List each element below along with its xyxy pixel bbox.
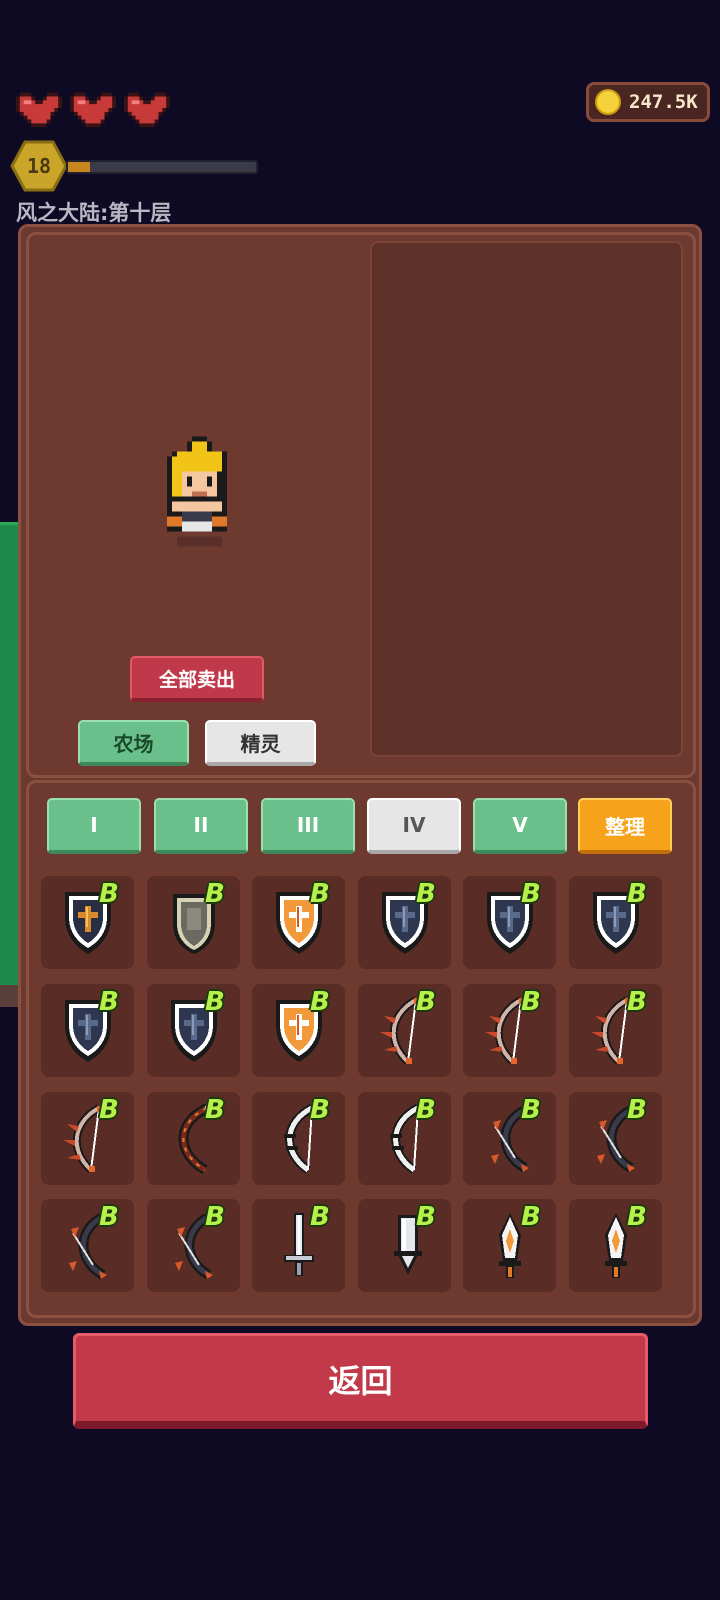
side-terrain-edge <box>0 985 18 1007</box>
inventory-slot[interactable]: B <box>358 876 451 969</box>
grade-badge: B <box>310 1095 330 1125</box>
inventory-slot[interactable]: B <box>569 876 662 969</box>
tier-tab-6[interactable]: 整理 <box>578 798 672 854</box>
grade-badge: B <box>416 879 436 909</box>
tier-tab-3[interactable]: III <box>261 798 355 854</box>
elf-button[interactable]: 精灵 <box>205 720 316 766</box>
grade-badge: B <box>205 987 225 1017</box>
grade-badge: B <box>310 1202 330 1232</box>
hero-character <box>167 436 227 547</box>
inventory-slot[interactable]: B <box>41 1199 134 1292</box>
grade-badge: B <box>99 1202 119 1232</box>
grade-badge: B <box>416 1095 436 1125</box>
grade-badge: B <box>416 1202 436 1232</box>
xp-bar <box>66 160 258 174</box>
inventory-slot[interactable]: B <box>147 1199 240 1292</box>
inventory-slot[interactable]: B <box>252 876 345 969</box>
grade-badge: B <box>99 1095 119 1125</box>
tier-tab-5[interactable]: V <box>473 798 567 854</box>
inventory-slot[interactable]: B <box>569 984 662 1077</box>
grade-badge: B <box>99 879 119 909</box>
grade-badge: B <box>627 1095 647 1125</box>
grade-badge: B <box>310 987 330 1017</box>
inventory-slot[interactable]: B <box>569 1092 662 1185</box>
grade-badge: B <box>521 987 541 1017</box>
sell-all-button[interactable]: 全部卖出 <box>130 656 264 702</box>
health-hearts <box>16 88 170 128</box>
inventory-slot[interactable]: B <box>147 984 240 1077</box>
grade-badge: B <box>627 1202 647 1232</box>
inventory-slot[interactable]: B <box>41 1092 134 1185</box>
inventory-slot[interactable]: B <box>252 984 345 1077</box>
location-label: 风之大陆:第十层 <box>16 201 172 225</box>
coin-amount: 247.5K <box>629 91 698 113</box>
xp-bar-fill <box>68 162 90 172</box>
grade-badge: B <box>521 1202 541 1232</box>
grade-badge: B <box>205 1095 225 1125</box>
tier-tab-1[interactable]: I <box>47 798 141 854</box>
grade-badge: B <box>521 879 541 909</box>
coin-icon <box>595 89 621 115</box>
coin-counter: 247.5K <box>586 82 710 122</box>
inventory-slot[interactable]: B <box>569 1199 662 1292</box>
inventory-slot[interactable]: B <box>358 1092 451 1185</box>
grade-badge: B <box>627 987 647 1017</box>
grade-badge: B <box>521 1095 541 1125</box>
tier-tab-2[interactable]: II <box>154 798 248 854</box>
grade-badge: B <box>205 1202 225 1232</box>
grade-badge: B <box>310 879 330 909</box>
grade-badge: B <box>99 987 119 1017</box>
grade-badge: B <box>627 879 647 909</box>
heart-icon <box>124 92 170 128</box>
grade-badge: B <box>205 879 225 909</box>
inventory-slot[interactable]: B <box>463 876 556 969</box>
back-button[interactable]: 返回 <box>73 1333 648 1429</box>
player-level: 18 <box>26 154 52 178</box>
grade-badge: B <box>416 987 436 1017</box>
inventory-slot[interactable]: B <box>147 876 240 969</box>
inventory-slot[interactable]: B <box>358 984 451 1077</box>
inventory-slot[interactable]: B <box>358 1199 451 1292</box>
inventory-slot[interactable]: B <box>252 1092 345 1185</box>
inventory-slot[interactable]: B <box>41 984 134 1077</box>
tier-tab-4[interactable]: IV <box>367 798 461 854</box>
inventory-slot[interactable]: B <box>463 1199 556 1292</box>
inventory-slot[interactable]: B <box>41 876 134 969</box>
farm-button[interactable]: 农场 <box>78 720 189 766</box>
inventory-slot[interactable]: B <box>147 1092 240 1185</box>
inventory-slot[interactable]: B <box>252 1199 345 1292</box>
heart-icon <box>16 92 62 128</box>
side-terrain-strip <box>0 522 18 985</box>
inventory-slot[interactable]: B <box>463 984 556 1077</box>
item-detail-box <box>370 241 683 757</box>
heart-icon <box>70 92 116 128</box>
inventory-slot[interactable]: B <box>463 1092 556 1185</box>
